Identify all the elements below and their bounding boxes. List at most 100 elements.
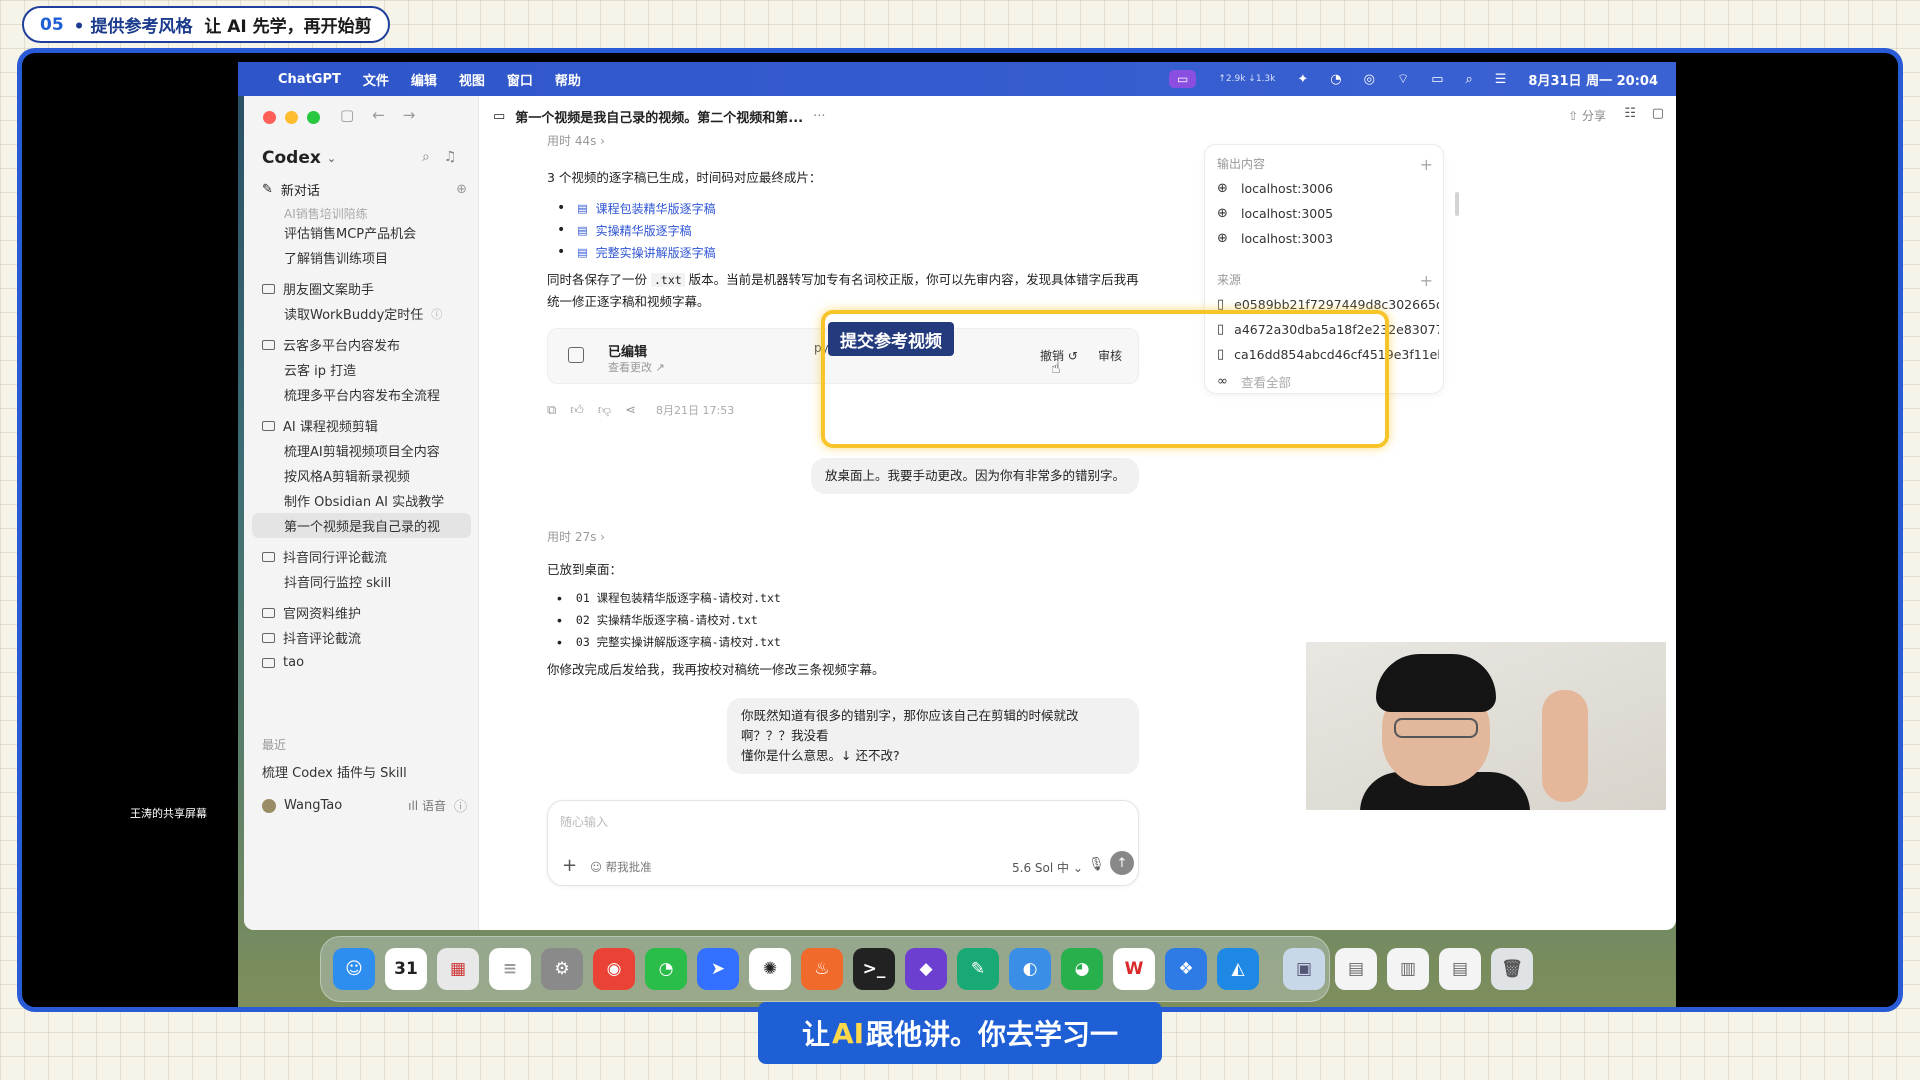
- transcript-link[interactable]: ▤完整实操讲解版逐字稿: [557, 241, 1139, 263]
- avatar[interactable]: [262, 798, 276, 813]
- app-name-menu[interactable]: ChatGPT: [278, 72, 341, 87]
- wechat-status-icon[interactable]: ◔: [1330, 72, 1341, 87]
- add-source-icon[interactable]: +: [1420, 271, 1433, 290]
- share-icon[interactable]: ⋖: [625, 403, 636, 418]
- dock-wechat-work-icon[interactable]: ◕: [1061, 948, 1103, 990]
- sidebar-item[interactable]: 制作 Obsidian AI 实战教学: [244, 488, 479, 513]
- sidebar-item[interactable]: 按风格A剪辑新录视频: [244, 463, 479, 488]
- dock-wechat-icon[interactable]: ◔: [645, 948, 687, 990]
- elapsed-time[interactable]: 用时 44s ›: [547, 132, 1139, 149]
- dock-chrome-icon[interactable]: ◉: [593, 948, 635, 990]
- menu-window[interactable]: 窗口: [507, 70, 533, 89]
- thumbs-up-icon[interactable]: 👍︎: [570, 403, 584, 418]
- dock-app-cube-icon[interactable]: ❖: [1165, 948, 1207, 990]
- search-icon[interactable]: ⌕: [422, 149, 430, 165]
- sidebar-item-active[interactable]: 第一个视频是我自己录的视: [252, 513, 471, 538]
- dock-calendar-icon[interactable]: 31: [385, 948, 427, 990]
- back-arrow-icon[interactable]: ←: [372, 106, 385, 124]
- minimize-window-button[interactable]: [285, 111, 298, 124]
- menubar-clock[interactable]: 8月31日 周一 20:04: [1528, 70, 1658, 89]
- sidebar-item[interactable]: 评估销售MCP产品机会: [244, 220, 479, 245]
- elapsed-time[interactable]: 用时 27s ›: [547, 528, 1139, 545]
- dock-notes-icon[interactable]: ≡: [489, 948, 531, 990]
- transcript-link[interactable]: ▤课程包装精华版逐字稿: [557, 197, 1139, 219]
- sidebar-item[interactable]: 抖音同行监控 skill: [244, 569, 479, 594]
- dock-app-orange-icon[interactable]: ♨: [801, 948, 843, 990]
- sidebar-group[interactable]: 官网资料维护: [244, 600, 479, 625]
- dock-doc-2-icon[interactable]: ▤: [1335, 948, 1377, 990]
- dock-feishu-icon[interactable]: ➤: [697, 948, 739, 990]
- control-center-icon[interactable]: ☰: [1495, 72, 1507, 87]
- wifi-icon[interactable]: ⌔: [1397, 71, 1409, 87]
- diff-toggle-icon[interactable]: ☷: [1624, 106, 1636, 121]
- view-changes-link[interactable]: 查看更改 ↗: [608, 359, 665, 375]
- sidebar-group[interactable]: tao: [244, 650, 479, 675]
- new-chat-plus-icon[interactable]: ⊕: [456, 182, 467, 197]
- dock-finder-icon[interactable]: ☺: [333, 948, 375, 990]
- dock-app-blue-round-icon[interactable]: ◐: [1009, 948, 1051, 990]
- send-button[interactable]: ↑: [1110, 851, 1134, 875]
- output-item[interactable]: ⊕ localhost:3003: [1217, 231, 1439, 246]
- menu-file[interactable]: 文件: [363, 70, 389, 89]
- sidebar-item[interactable]: 读取WorkBuddy定时任 ⓘ: [244, 301, 479, 326]
- sidebar-group[interactable]: 抖音评论截流: [244, 625, 479, 650]
- dock-settings-icon[interactable]: ⚙: [541, 948, 583, 990]
- menu-help[interactable]: 帮助: [555, 70, 581, 89]
- add-output-icon[interactable]: +: [1420, 155, 1433, 174]
- dock-doc-1-icon[interactable]: ▣: [1283, 948, 1325, 990]
- panel-toggle-icon[interactable]: ▢: [1652, 106, 1664, 121]
- sync-icon[interactable]: ◎: [1364, 72, 1375, 87]
- bell-icon[interactable]: ♫: [444, 149, 457, 165]
- battery-icon[interactable]: ▭: [1431, 72, 1443, 87]
- dock-chatgpt-icon[interactable]: ✺: [749, 948, 791, 990]
- microphone-icon[interactable]: 🎙︎: [1088, 857, 1105, 872]
- sidebar-toggle-icon[interactable]: ▢: [340, 106, 354, 124]
- dock-app-meeting-icon[interactable]: ◭: [1217, 948, 1259, 990]
- output-item[interactable]: ⊕ localhost:3006: [1217, 181, 1439, 196]
- dock-wps-icon[interactable]: W: [1113, 948, 1155, 990]
- scrollbar[interactable]: [1455, 192, 1459, 216]
- dock-terminal-icon[interactable]: >_: [853, 948, 895, 990]
- dock-app-green-icon[interactable]: ✎: [957, 948, 999, 990]
- dock-launchpad-icon[interactable]: ▦: [437, 948, 479, 990]
- sidebar-item[interactable]: 云客 ip 打造: [244, 357, 479, 382]
- approval-mode-button[interactable]: ☺ 帮我批准: [590, 859, 652, 875]
- sidebar-group[interactable]: AI 课程视频剪辑: [244, 413, 479, 438]
- screen-record-icon[interactable]: ▭: [1169, 70, 1197, 88]
- message-composer[interactable]: 随心输入 + ☺ 帮我批准 5.6 Sol 中 ⌄ 🎙︎ ↑: [547, 800, 1139, 886]
- sidebar-group[interactable]: 抖音同行评论截流: [244, 544, 479, 569]
- share-button[interactable]: ⇧ 分享: [1568, 107, 1606, 124]
- voice-button[interactable]: ıll 语音: [408, 797, 446, 814]
- forward-arrow-icon[interactable]: →: [403, 106, 416, 124]
- close-window-button[interactable]: [263, 111, 276, 124]
- more-options-button[interactable]: ···: [813, 109, 825, 124]
- dock-obsidian-icon[interactable]: ◆: [905, 948, 947, 990]
- add-attachment-icon[interactable]: +: [562, 855, 577, 876]
- output-item[interactable]: ⊕ localhost:3005: [1217, 206, 1439, 221]
- extension-icon[interactable]: ✦: [1297, 72, 1308, 87]
- recent-item[interactable]: 梳理 Codex 插件与 Skill: [262, 762, 407, 781]
- composer-input[interactable]: 随心输入: [560, 813, 608, 830]
- model-selector[interactable]: 5.6 Sol 中 ⌄: [1012, 859, 1083, 876]
- dock-doc-3-icon[interactable]: ▥: [1387, 948, 1429, 990]
- copy-icon[interactable]: ⧉: [547, 403, 556, 418]
- dock-doc-4-icon[interactable]: ▤: [1439, 948, 1481, 990]
- zoom-window-button[interactable]: [307, 111, 320, 124]
- menu-view[interactable]: 视图: [459, 70, 485, 89]
- new-chat-button[interactable]: ✎ 新对话 ⊕: [262, 180, 467, 199]
- user-name[interactable]: WangTao: [284, 798, 342, 813]
- transcript-link[interactable]: ▤实操精华版逐字稿: [557, 219, 1139, 241]
- dock-trash-icon[interactable]: 🗑: [1491, 948, 1533, 990]
- sidebar-item[interactable]: AI销售培训陪练: [244, 206, 479, 221]
- sidebar-item[interactable]: 梳理多平台内容发布全流程: [244, 382, 479, 407]
- spotlight-icon[interactable]: ⌕: [1465, 72, 1472, 87]
- workspace-switcher[interactable]: Codex ⌄: [262, 148, 336, 168]
- sidebar-group[interactable]: 朋友圈文案助手: [244, 276, 479, 301]
- sidebar-item[interactable]: 了解销售训练项目: [244, 245, 479, 270]
- sidebar-group[interactable]: 云客多平台内容发布: [244, 332, 479, 357]
- thumbs-down-icon[interactable]: 👎︎: [598, 403, 611, 418]
- help-icon[interactable]: ⓘ: [454, 796, 467, 815]
- sidebar-item[interactable]: 梳理AI剪辑视频项目全内容: [244, 438, 479, 463]
- sidebar-panel-icon[interactable]: ▭: [493, 109, 505, 124]
- menu-edit[interactable]: 编辑: [411, 70, 437, 89]
